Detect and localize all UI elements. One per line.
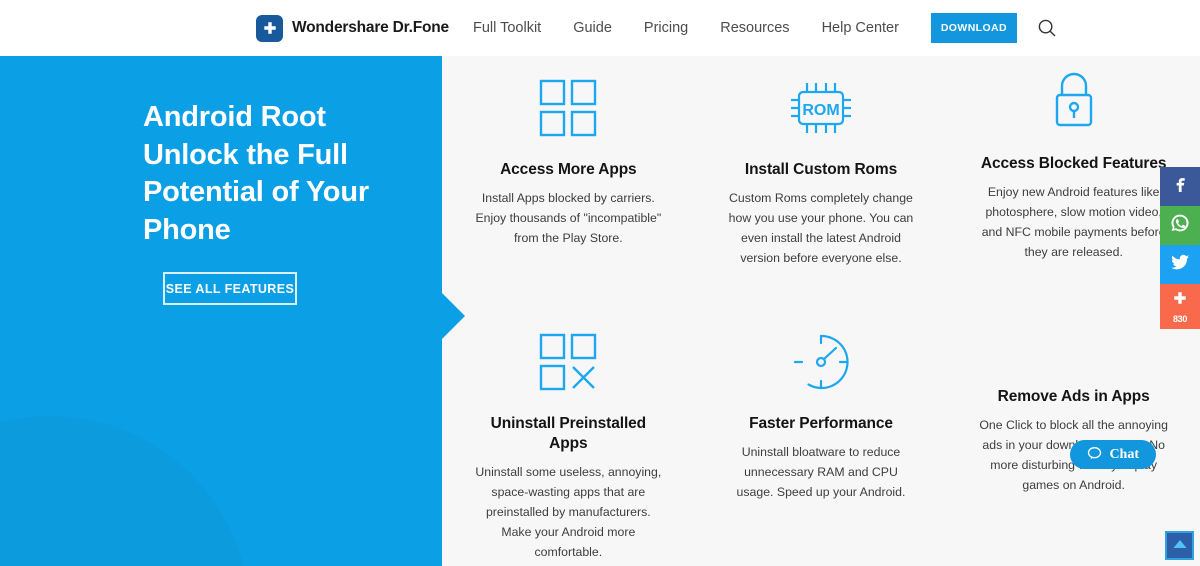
plus-share-icon bbox=[1171, 290, 1189, 313]
social-share-rail: 830 bbox=[1160, 167, 1200, 329]
hero-arrow-notch bbox=[442, 293, 465, 339]
feature-title: Remove Ads in Apps bbox=[997, 388, 1150, 405]
primary-nav: Full Toolkit Guide Pricing Resources Hel… bbox=[473, 20, 899, 36]
speech-bubble-icon bbox=[1087, 446, 1102, 464]
chat-button[interactable]: Chat bbox=[1070, 440, 1156, 469]
feature-title: Install Custom Roms bbox=[744, 161, 898, 178]
share-facebook-button[interactable] bbox=[1160, 167, 1200, 206]
brand-logo[interactable]: Wondershare Dr.Fone bbox=[256, 14, 449, 42]
nav-item-pricing[interactable]: Pricing bbox=[644, 20, 688, 36]
chat-label: Chat bbox=[1109, 446, 1139, 462]
feature-card-uninstall-preinstalled-apps: Uninstall Preinstalled Apps Uninstall so… bbox=[442, 310, 695, 566]
back-to-top-button[interactable] bbox=[1165, 531, 1194, 560]
see-all-features-button[interactable]: SEE ALL FEATURES bbox=[163, 272, 297, 305]
feature-description: Uninstall some useless, annoying, space-… bbox=[475, 465, 662, 559]
four-squares-grid-icon bbox=[537, 70, 599, 146]
whatsapp-icon bbox=[1169, 212, 1191, 239]
facebook-icon bbox=[1170, 174, 1190, 199]
hero-decorative-arc bbox=[0, 416, 250, 566]
site-header: Wondershare Dr.Fone Full Toolkit Guide P… bbox=[0, 0, 1200, 56]
feature-title: Access Blocked Features bbox=[980, 155, 1167, 172]
feature-card-install-custom-roms: ROM Install Custom Roms Custom Roms comp… bbox=[695, 56, 948, 310]
nav-item-resources[interactable]: Resources bbox=[720, 20, 789, 36]
feature-description: Install Apps blocked by carriers. Enjoy … bbox=[475, 191, 662, 245]
page-body: Android Root Unlock the Full Potential o… bbox=[0, 56, 1200, 566]
feature-title: Uninstall Preinstalled Apps bbox=[490, 415, 647, 453]
hero-panel: Android Root Unlock the Full Potential o… bbox=[0, 56, 442, 566]
share-whatsapp-button[interactable] bbox=[1160, 206, 1200, 245]
brand-name: Wondershare Dr.Fone bbox=[292, 19, 449, 36]
triangle-up-icon bbox=[1172, 538, 1188, 553]
nav-item-full-toolkit[interactable]: Full Toolkit bbox=[473, 20, 541, 36]
feature-description: Custom Roms completely change how you us… bbox=[728, 191, 914, 265]
feature-grid: Access More Apps Install Apps blocked by… bbox=[442, 56, 1200, 566]
feature-title: Faster Performance bbox=[749, 415, 893, 432]
feature-card-access-more-apps: Access More Apps Install Apps blocked by… bbox=[442, 56, 695, 310]
rom-chip-icon: ROM bbox=[786, 70, 856, 146]
share-count: 830 bbox=[1172, 313, 1188, 324]
feature-title: Access More Apps bbox=[500, 161, 637, 178]
plus-cross-icon bbox=[256, 14, 283, 42]
nav-item-guide[interactable]: Guide bbox=[573, 20, 612, 36]
rom-icon-label: ROM bbox=[802, 102, 839, 119]
hero-title: Android Root Unlock the Full Potential o… bbox=[143, 101, 369, 247]
nav-item-help-center[interactable]: Help Center bbox=[822, 20, 899, 36]
padlock-icon bbox=[1046, 64, 1102, 140]
download-button[interactable]: DOWNLOAD bbox=[930, 13, 1017, 43]
share-twitter-button[interactable] bbox=[1160, 245, 1200, 284]
feature-description: Uninstall bloatware to reduce unnecessar… bbox=[736, 445, 906, 499]
search-icon[interactable] bbox=[1035, 16, 1059, 40]
feature-card-remove-ads-in-apps: Remove Ads in Apps One Click to block al… bbox=[947, 310, 1200, 566]
twitter-icon bbox=[1169, 251, 1191, 278]
three-squares-x-icon bbox=[537, 324, 599, 400]
speedometer-icon bbox=[790, 324, 852, 400]
share-more-button[interactable]: 830 bbox=[1160, 284, 1200, 329]
feature-description: Enjoy new Android features like photosph… bbox=[981, 185, 1166, 259]
feature-card-faster-performance: Faster Performance Uninstall bloatware t… bbox=[695, 310, 948, 566]
